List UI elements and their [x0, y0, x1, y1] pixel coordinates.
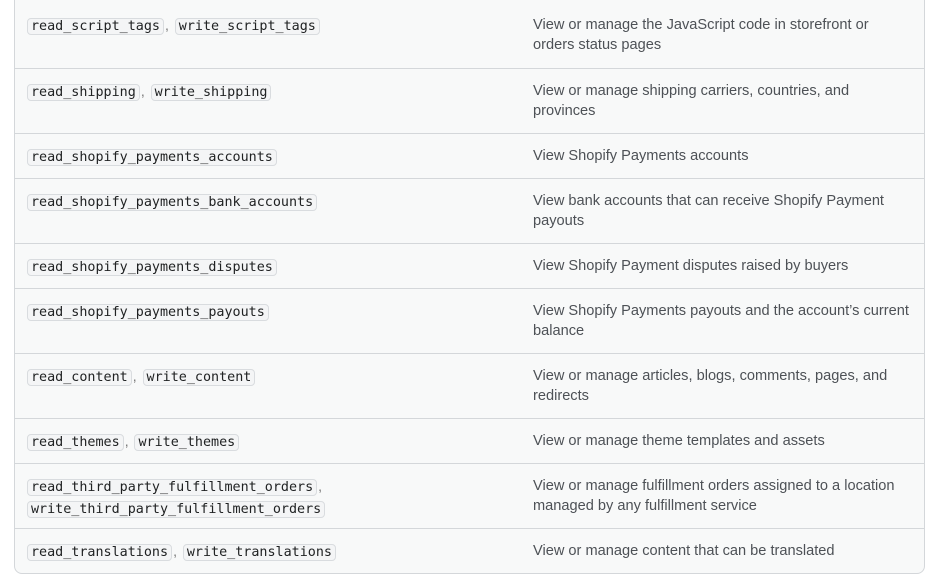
scope-cell: read_content, write_content: [15, 366, 533, 406]
scope-separator: ,: [165, 17, 169, 33]
table-row: read_content, write_content View or manag…: [15, 353, 924, 418]
scope-code: read_third_party_fulfillment_orders: [27, 479, 318, 496]
scope-code: write_content: [142, 369, 256, 386]
description-cell: View Shopify Payment disputes raised by …: [533, 258, 849, 274]
scope-separator: ,: [173, 543, 177, 559]
scope-separator: ,: [140, 83, 145, 99]
table-row: read_shipping, write_shipping View or man…: [15, 68, 924, 133]
scopes-table: read_script_tags, write_script_tags View …: [14, 0, 925, 574]
description-cell: View or manage theme templates and asset…: [533, 433, 825, 449]
table-row: read_shopify_payments_bank_accounts View …: [15, 178, 924, 243]
table-row: read_third_party_fulfillment_orders, writ…: [15, 463, 924, 528]
scope-code: read_shopify_payments_payouts: [27, 304, 269, 321]
table-row: read_themes, write_themes View or manage …: [15, 418, 924, 463]
scope-code: read_shopify_payments_disputes: [27, 259, 277, 276]
description-cell: View Shopify Payments payouts and the ac…: [533, 303, 909, 339]
table-row: read_translations, write_translations Vie…: [15, 528, 924, 573]
scope-cell: read_third_party_fulfillment_orders, writ…: [15, 476, 533, 518]
scope-cell: read_themes, write_themes: [15, 431, 533, 451]
scope-cell: read_script_tags, write_script_tags: [15, 15, 533, 56]
description-cell: View or manage fulfillment orders assign…: [533, 478, 895, 514]
scope-code: read_themes: [27, 434, 124, 451]
scope-code: read_shopify_payments_accounts: [27, 149, 277, 166]
description-cell: View or manage articles, blogs, comments…: [533, 368, 888, 404]
description-cell: View Shopify Payments accounts: [533, 148, 749, 164]
table-row: read_shopify_payments_payouts View Shopif…: [15, 288, 924, 353]
table-row: read_shopify_payments_accounts View Shopi…: [15, 133, 924, 178]
scope-cell: read_shopify_payments_bank_accounts: [15, 191, 533, 231]
scope-code: read_shipping: [27, 84, 140, 101]
scope-separator: ,: [318, 478, 323, 494]
table-row: read_shopify_payments_disputes View Shopi…: [15, 243, 924, 288]
description-cell: View or manage shipping carriers, countr…: [533, 83, 850, 119]
table-row: read_script_tags, write_script_tags View …: [15, 0, 924, 68]
scope-code: read_script_tags: [27, 18, 164, 35]
scope-code: write_script_tags: [174, 18, 320, 35]
scope-cell: read_shopify_payments_disputes: [15, 256, 533, 276]
scope-code: read_shopify_payments_bank_accounts: [27, 194, 318, 211]
description-cell: View bank accounts that can receive Shop…: [533, 193, 884, 229]
scope-code: read_content: [27, 369, 132, 386]
scope-cell: read_shipping, write_shipping: [15, 81, 533, 121]
scope-code: write_shipping: [150, 84, 272, 101]
description-cell: View or manage content that can be trans…: [533, 543, 835, 559]
scope-cell: read_translations, write_translations: [15, 541, 533, 561]
scope-code: read_translations: [27, 544, 173, 561]
scope-cell: read_shopify_payments_payouts: [15, 301, 533, 341]
scope-separator: ,: [124, 433, 129, 449]
scope-code: write_translations: [182, 544, 336, 561]
description-cell: View or manage the JavaScript code in st…: [533, 17, 869, 53]
scope-separator: ,: [132, 368, 137, 384]
scope-code: write_third_party_fulfillment_orders: [27, 501, 326, 518]
scope-cell: read_shopify_payments_accounts: [15, 146, 533, 166]
scope-code: write_themes: [134, 434, 240, 451]
